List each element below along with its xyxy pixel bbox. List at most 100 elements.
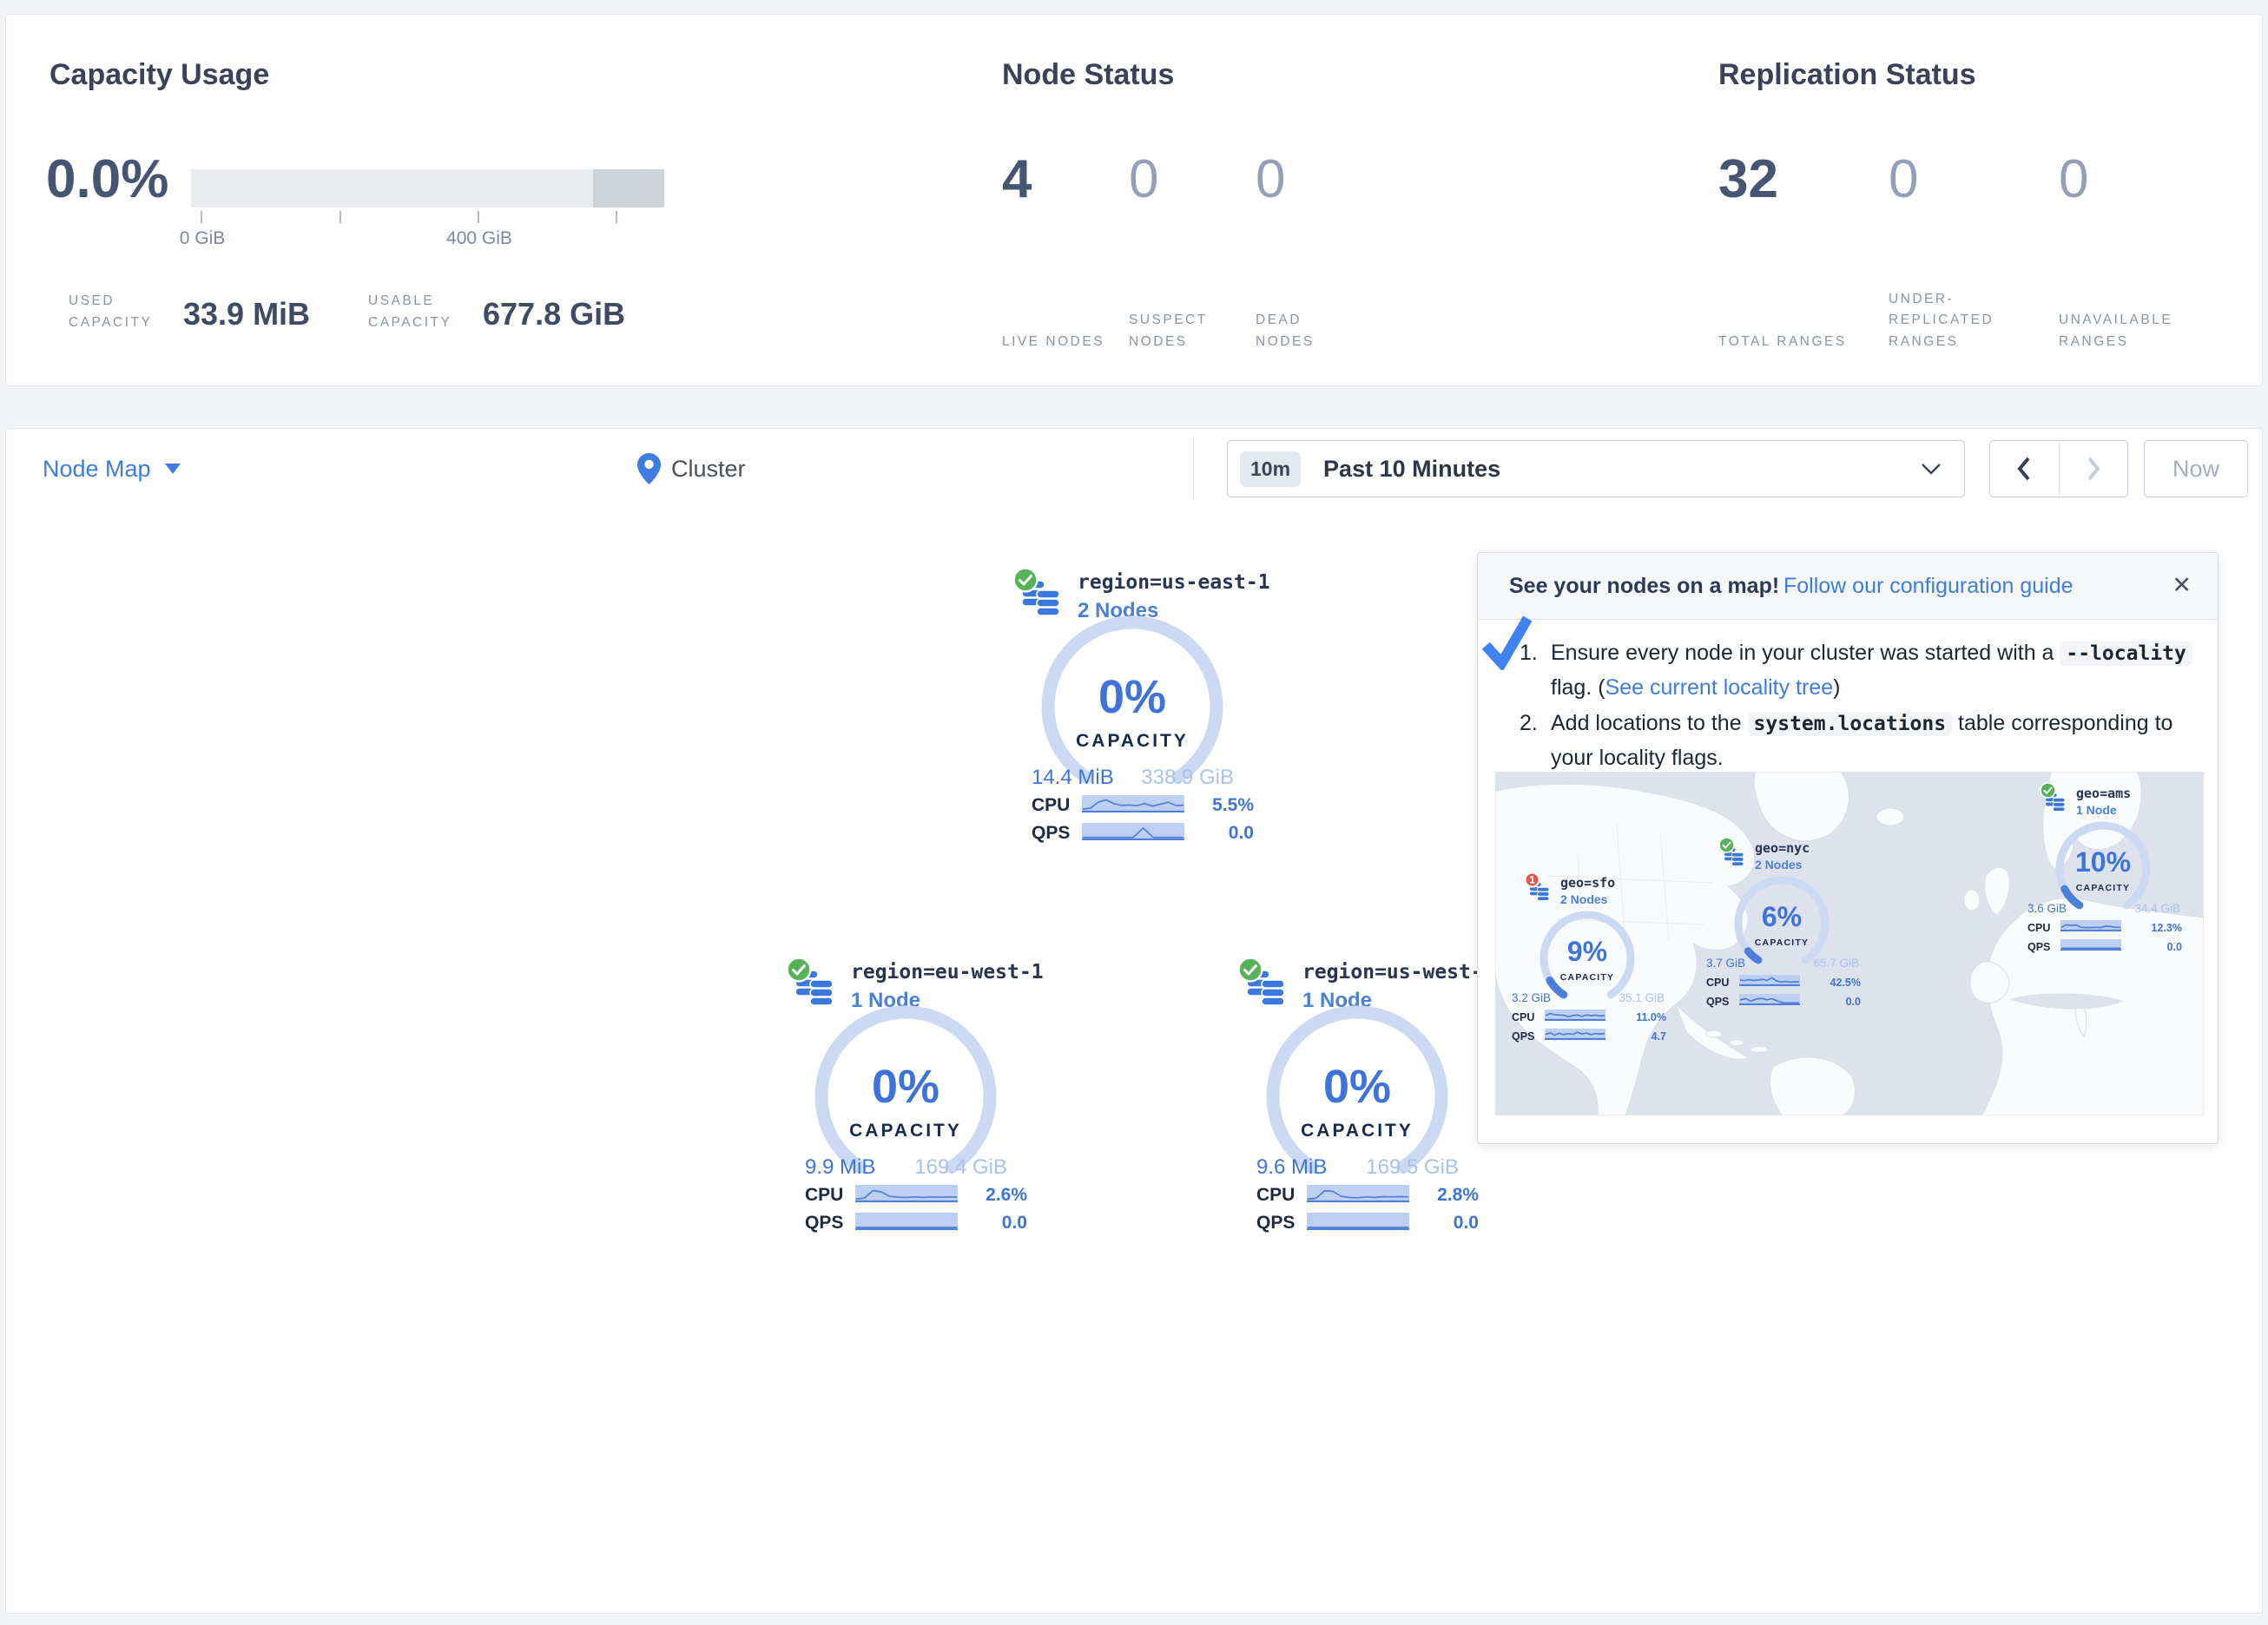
qps-sparkline [855,1213,958,1234]
status-badge [1237,957,1263,987]
chevron-left-icon [2015,456,2033,482]
capacity-percent: 0% [1262,1060,1453,1114]
popup-mini-map: 1geo=sfo2 Nodes9%CAPACITY3.2 GiB35.1 GiB… [1495,772,2204,1115]
node-status-group: Node Status 4LIVE NODES0SUSPECT NODES0DE… [1002,58,1610,92]
qps-sparkline-chart [1307,1213,1409,1230]
qps-label: QPS [1032,823,1082,844]
used-value: 3.2 GiB [1512,991,1551,1004]
replication-status-item: 0UNAVAILABLE RANGES [2059,148,2229,353]
qps-sparkline [1082,823,1184,845]
nodes-count-link: 2 Nodes [1560,892,1607,906]
node-card-eu-west-1: region=eu-west-11 Node0%CAPACITY9.9 MiB1… [784,954,1036,1246]
region-label: geo=nyc [1755,840,1810,856]
used-value: 3.6 GiB [2027,902,2067,915]
replication-status-value: 0 [1889,148,2059,266]
capacity-tick [201,211,202,223]
capacity-percent: 0.0% [46,148,168,210]
popup-step: 2.Add locations to the system.locations … [1520,707,2193,775]
status-badge [2040,782,2056,803]
map-pin-icon [637,453,661,484]
cpu-row: CPU 2.6% [805,1185,1027,1206]
qps-row: QPS 0.0 [1706,995,1861,1009]
cpu-label: CPU [1706,977,1739,989]
healthy-check-icon [1012,567,1038,593]
qps-sparkline-chart [2060,939,2121,951]
qps-sparkline-chart [1739,994,1800,1005]
cpu-sparkline [1739,975,1800,990]
configuration-guide-link[interactable]: Follow our configuration guide [1783,574,2074,599]
cpu-sparkline-chart [1082,795,1184,812]
cluster-summary-panel: Capacity Usage 0.0% 0 GiB 400 GiB USED C… [5,14,2263,386]
breadcrumb-cluster[interactable]: Cluster [637,429,746,509]
used-value: 3.7 GiB [1706,957,1745,970]
time-range-select[interactable]: 10m Past 10 Minutes [1227,440,1965,497]
region-label: geo=ams [2076,786,2131,801]
used-capacity-label: USED CAPACITY [69,291,171,334]
time-prev-button[interactable] [1990,441,2059,497]
cpu-value: 2.6% [958,1185,1027,1206]
cpu-sparkline-chart [2060,920,2121,931]
capacity-caption: CAPACITY [1262,1121,1453,1141]
replication-status-label: TOTAL RANGES [1718,266,1889,353]
node-status-item: 4LIVE NODES [1002,148,1129,353]
replication-status-item: 32 TOTAL RANGES [1718,148,1889,353]
total-value: 169.4 GiB [914,1155,1007,1180]
status-badge [1718,837,1735,858]
node-map-canvas: region=us-east-1 2 Nodes 0% CAPACITY 14.4 Mi… [5,508,2263,1614]
capacity-percent: 0% [1037,670,1228,724]
status-badge [786,957,812,987]
cpu-sparkline-chart [1739,975,1800,986]
replication-status-label-text: TOTAL RANGES [1718,332,1869,353]
healthy-check-icon [1718,837,1735,853]
capacity-tick [616,211,617,223]
qps-value: 0.0 [1184,823,1254,844]
capacity-values: 9.6 MiB169.5 GiB [1256,1155,1459,1180]
cpu-sparkline-chart [855,1185,958,1202]
view-dropdown[interactable]: Node Map [43,429,181,509]
capacity-tick [478,211,479,223]
capacity-bar [191,169,664,207]
close-icon[interactable]: ✕ [2172,572,2192,599]
usable-capacity-value: 677.8 GiB [483,296,625,334]
region-label: region=us-east-1 [1078,571,1270,594]
replication-status-value: 32 [1718,148,1889,266]
node-card-nyc: geo=nyc2 Nodes6%CAPACITY3.7 GiB65.7 GiBC… [1699,839,1864,1038]
map-config-popup: See your nodes on a map! Follow our conf… [1477,552,2219,1144]
svg-text:1: 1 [1529,874,1535,885]
now-button[interactable]: Now [2144,440,2248,497]
replication-status-label: UNDER-REPLICATED RANGES [1889,266,2059,353]
qps-value: 0.0 [2121,941,2182,953]
qps-value: 4.7 [1605,1030,1666,1043]
node-status-item: 0DEAD NODES [1256,148,1382,353]
qps-sparkline [2060,939,2121,955]
region-label: region=us-west-1 [1302,961,1495,984]
region-label: region=eu-west-1 [851,961,1044,984]
used-value: 14.4 MiB [1032,766,1114,790]
cpu-row: CPU 11.0% [1512,1010,1666,1024]
cpu-value: 42.5% [1800,977,1861,989]
nodes-count-link: 2 Nodes [1755,858,1802,872]
time-next-button[interactable] [2059,441,2128,497]
qps-sparkline [1545,1029,1605,1044]
node-status-label: DEAD NODES [1256,266,1382,353]
step-number: 2. [1520,707,1538,740]
popup-header: See your nodes on a map! Follow our conf… [1478,553,2218,620]
qps-sparkline-chart [855,1213,958,1230]
capacity-usage-group: Capacity Usage 0.0% 0 GiB 400 GiB USED C… [49,58,683,92]
node-card-us-east-1: region=us-east-12 Nodes0%CAPACITY14.4 Mi… [1011,564,1263,856]
view-dropdown-label: Node Map [43,456,151,483]
replication-status-item: 0UNDER-REPLICATED RANGES [1889,148,2059,353]
popup-step: 1.Ensure every node in your cluster was … [1520,636,2193,705]
cpu-label: CPU [1512,1011,1545,1023]
node-status-title: Node Status [1002,58,1610,92]
capacity-caption: CAPACITY [2051,883,2155,893]
locality-tree-link[interactable]: See current locality tree [1605,675,1834,700]
cpu-value: 2.8% [1409,1185,1479,1206]
cpu-label: CPU [1256,1185,1307,1206]
cpu-sparkline-chart [1545,1010,1605,1021]
cpu-label: CPU [2027,922,2060,934]
capacity-percent: 6% [1730,901,1834,933]
qps-value: 0.0 [958,1213,1027,1234]
cpu-sparkline [1082,795,1184,817]
cpu-value: 5.5% [1184,795,1254,816]
